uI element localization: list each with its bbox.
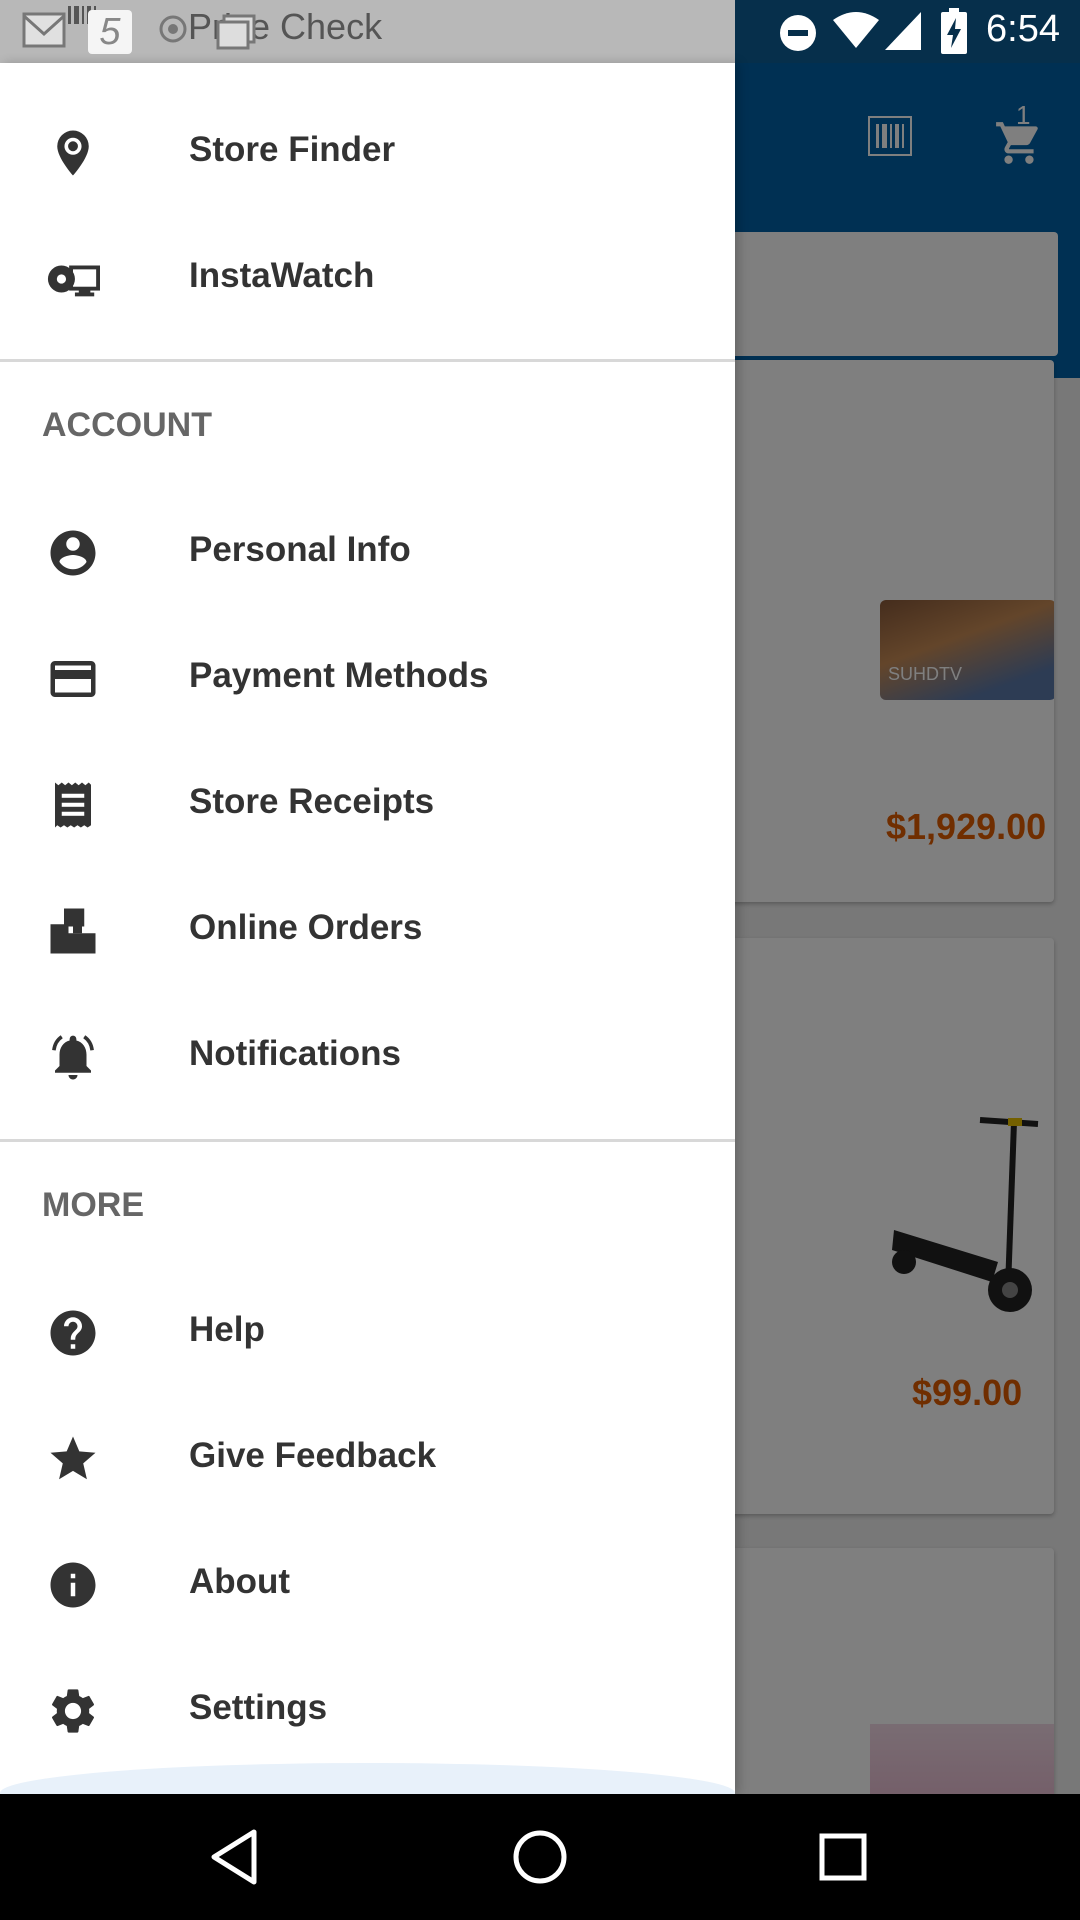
drawer-item-label: InstaWatch [189, 256, 375, 295]
drawer-item-store-receipts[interactable]: Store Receipts [0, 740, 735, 866]
cell-signal-icon [885, 12, 921, 50]
orders-icon [50, 908, 96, 954]
instawatch-icon [47, 265, 100, 297]
gmail-icon [22, 12, 66, 48]
account-circle-icon [50, 530, 96, 576]
drawer-item-settings[interactable]: Settings [0, 1646, 735, 1772]
drawer-item-payment-methods[interactable]: Payment Methods [0, 614, 735, 740]
drawer-divider [0, 359, 735, 362]
battery-charging-icon [941, 8, 967, 54]
star-icon [50, 1436, 96, 1480]
notification-badge-icon: 5 [88, 10, 132, 54]
home-icon[interactable] [507, 1824, 573, 1890]
gear-icon [51, 1689, 95, 1733]
status-bar: 5 Price Check 6:54 [0, 0, 1080, 63]
drawer-item-store-finder[interactable]: Store Finder [0, 88, 735, 214]
photo-stack-icon [216, 14, 256, 50]
drawer-item-label: Store Finder [189, 130, 396, 169]
drawer-item-notifications[interactable]: Notifications [0, 992, 735, 1118]
notification-badge-number: 5 [99, 11, 121, 53]
record-icon [159, 15, 187, 43]
drawer-item-personal-info[interactable]: Personal Info [0, 488, 735, 614]
drawer-item-label: Payment Methods [189, 656, 489, 695]
system-navigation-bar [0, 1794, 1080, 1920]
drawer-item-label: About [189, 1562, 291, 1601]
status-time: 6:54 [986, 8, 1060, 50]
help-icon [50, 1310, 96, 1356]
section-title-account: ACCOUNT [42, 406, 212, 444]
drawer-item-about[interactable]: About [0, 1520, 735, 1646]
drawer-item-label: Online Orders [189, 908, 423, 947]
wifi-icon [833, 12, 879, 48]
drawer-item-label: Store Receipts [189, 782, 435, 821]
drawer-item-instawatch[interactable]: InstaWatch [0, 214, 735, 340]
drawer-item-give-feedback[interactable]: Give Feedback [0, 1394, 735, 1520]
bell-icon [52, 1035, 94, 1080]
section-title-more: MORE [42, 1186, 144, 1224]
credit-card-icon [50, 661, 96, 697]
drawer-item-online-orders[interactable]: Online Orders [0, 866, 735, 992]
store-finder-pin-icon [57, 130, 89, 176]
receipt-icon [55, 782, 91, 828]
drawer-item-label: Settings [189, 1688, 328, 1727]
drawer-item-label: Notifications [189, 1034, 401, 1073]
drawer-item-label: Personal Info [189, 530, 411, 569]
drawer-item-label: Give Feedback [189, 1436, 437, 1475]
back-icon[interactable] [204, 1824, 270, 1890]
drawer-divider [0, 1139, 735, 1142]
recents-icon[interactable] [810, 1824, 876, 1890]
navigation-drawer: Store Finder InstaWatch ACCOUNT Personal… [0, 63, 735, 1794]
status-bar-right: 6:54 [735, 0, 1080, 63]
status-bar-left: 5 Price Check [0, 0, 735, 63]
drawer-item-help[interactable]: Help [0, 1268, 735, 1394]
info-icon [50, 1562, 96, 1608]
do-not-disturb-icon [780, 15, 816, 51]
drawer-item-label: Help [189, 1310, 265, 1349]
